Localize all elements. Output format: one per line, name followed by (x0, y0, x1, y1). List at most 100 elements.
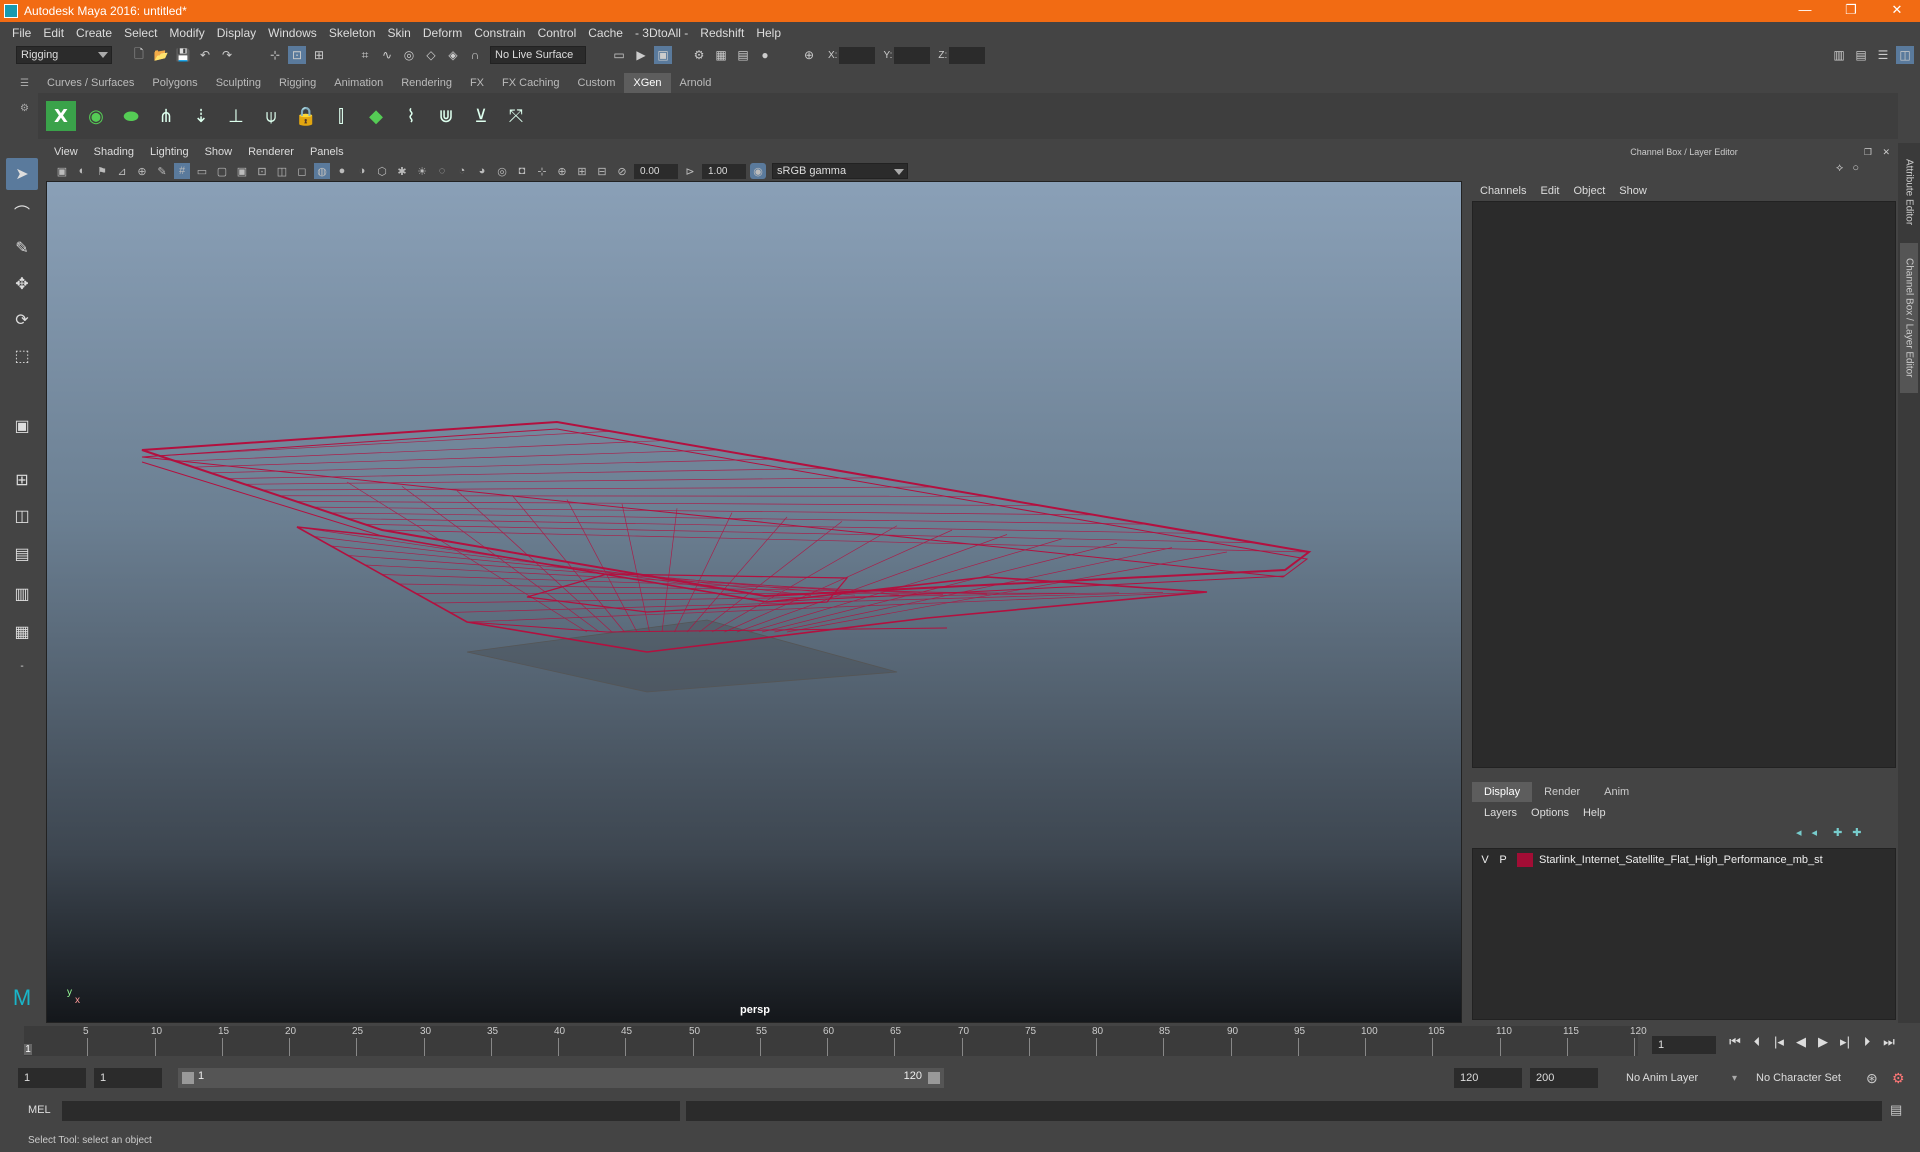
menu-redshift[interactable]: Redshift (700, 26, 744, 40)
playback-start-field[interactable]: 1 (94, 1068, 162, 1088)
float-panel-icon[interactable]: ❐ (1864, 143, 1872, 161)
cb-menu-edit[interactable]: Edit (1540, 185, 1559, 197)
snap-point-icon[interactable]: ◎ (400, 46, 418, 64)
shelf-settings-icon[interactable]: ⚙ (20, 103, 34, 114)
layer-playback-toggle[interactable]: P (1497, 854, 1509, 866)
z-input[interactable] (949, 46, 986, 64)
vp-menu-renderer[interactable]: Renderer (248, 146, 294, 158)
shelf-tab-animation[interactable]: Animation (325, 73, 392, 93)
layer-tab-render[interactable]: Render (1532, 782, 1592, 802)
wireframe-icon[interactable]: ◍ (314, 163, 330, 179)
range-end-handle[interactable] (928, 1072, 940, 1084)
menu-cache[interactable]: Cache (588, 26, 623, 40)
go-to-end-icon[interactable]: ⏭ (1878, 1034, 1900, 1050)
cb-menu-show[interactable]: Show (1619, 185, 1647, 197)
menu-control[interactable]: Control (538, 26, 577, 40)
vp-menu-show[interactable]: Show (205, 146, 233, 158)
exposure-icon[interactable]: ⊘ (614, 163, 630, 179)
shelf-tab-polygons[interactable]: Polygons (143, 73, 206, 93)
layer-row[interactable]: V P Starlink_Internet_Satellite_Flat_Hig… (1473, 851, 1895, 869)
graph-layout-icon[interactable]: ▦ (6, 616, 38, 648)
shelf-menu-icon[interactable]: ☰ (20, 78, 34, 89)
xray-active-icon[interactable]: ⊞ (574, 163, 590, 179)
magnet-icon[interactable]: ∩ (466, 46, 484, 64)
le-menu-options[interactable]: Options (1531, 807, 1569, 819)
shelf-tab-curves[interactable]: Curves / Surfaces (38, 73, 143, 93)
auto-key-icon[interactable]: ⊛ (1866, 1070, 1878, 1087)
open-scene-icon[interactable]: 📂 (152, 46, 170, 64)
wireframe-on-shaded-icon[interactable]: ✱ (394, 163, 410, 179)
layer-color-swatch[interactable] (1517, 853, 1533, 867)
menu-display[interactable]: Display (217, 26, 256, 40)
shelf-tab-custom[interactable]: Custom (569, 73, 625, 93)
shelf-tab-fx-caching[interactable]: FX Caching (493, 73, 568, 93)
xgen-sculpt-guide-icon[interactable]: ⍦ (256, 101, 286, 131)
axis-gizmo-icon[interactable]: ⟡ (1836, 162, 1843, 174)
side-tab-channel-box[interactable]: Channel Box / Layer Editor (1900, 243, 1918, 393)
single-perspective-layout-icon[interactable]: ▣ (6, 410, 38, 442)
2d-pan-zoom-icon[interactable]: ⊕ (134, 163, 150, 179)
manipulator-toggle-icon[interactable]: ○ (1852, 162, 1859, 174)
more-layouts-icon[interactable]: - (6, 650, 38, 682)
range-slider[interactable]: 1 120 (178, 1068, 944, 1088)
xray-icon[interactable]: ◔ (454, 163, 470, 179)
character-set-dropdown[interactable]: No Character Set (1752, 1068, 1862, 1088)
shadows-icon[interactable]: ◌ (434, 163, 450, 179)
grid-icon[interactable]: # (174, 163, 190, 179)
view-transform-dropdown[interactable]: sRGB gamma (772, 163, 908, 179)
three-panel-layout-icon[interactable]: ▥ (6, 578, 38, 610)
outliner-layout-icon[interactable]: ▤ (6, 538, 38, 570)
menu-constrain[interactable]: Constrain (474, 26, 525, 40)
select-hierarchy-icon[interactable]: ⊹ (266, 46, 284, 64)
play-backwards-icon[interactable]: ◀ (1790, 1034, 1812, 1050)
camera-attributes-icon[interactable]: ◐ (74, 163, 90, 179)
xgen-scale-icon[interactable]: ⊻ (466, 101, 496, 131)
xgen-guides-to-curves-icon[interactable]: ⫿ (326, 101, 356, 131)
anim-layer-dropdown[interactable]: No Anim Layer (1622, 1068, 1722, 1088)
y-input[interactable] (894, 46, 931, 64)
xgen-create-guides-icon[interactable]: ⋔ (151, 101, 181, 131)
layer-tab-anim[interactable]: Anim (1592, 782, 1641, 802)
xgen-rebuild-icon[interactable]: ⌇ (396, 101, 426, 131)
xgen-primitive-icon[interactable]: ⬬ (116, 101, 146, 131)
step-forward-frame-icon[interactable]: ⏵ (1856, 1034, 1878, 1050)
rotate-tool-icon[interactable]: ⟳ (6, 304, 38, 336)
x-input[interactable] (839, 46, 876, 64)
channel-box-area[interactable] (1472, 201, 1896, 768)
scale-tool-icon[interactable]: ⬚ (6, 340, 38, 372)
hypershade-icon[interactable]: ▦ (712, 46, 730, 64)
maximize-button[interactable]: ❐ (1828, 0, 1874, 22)
move-layer-up-icon[interactable]: ◂ (1796, 826, 1802, 842)
live-surface-field[interactable]: No Live Surface (490, 46, 586, 64)
xgen-preview-icon[interactable]: ◉ (81, 101, 111, 131)
close-panel-icon[interactable]: ✕ (1882, 143, 1890, 161)
satellite-wireframe-model[interactable] (47, 182, 1462, 1023)
paint-select-icon[interactable]: ✎ (6, 232, 38, 264)
menu-modify[interactable]: Modify (169, 26, 204, 40)
render-region-icon[interactable]: ▭ (610, 46, 628, 64)
current-frame-field[interactable]: 1 (1652, 1036, 1716, 1054)
anti-alias-icon[interactable]: ◘ (514, 163, 530, 179)
command-language-label[interactable]: MEL (28, 1104, 51, 1116)
lasso-tool-icon[interactable]: ⌒ (6, 196, 38, 228)
snap-curve-icon[interactable]: ∿ (378, 46, 396, 64)
menu-edit[interactable]: Edit (43, 26, 64, 40)
new-scene-icon[interactable]: 🗋 (130, 46, 148, 64)
xgen-add-guide-icon[interactable]: ⇣ (186, 101, 216, 131)
image-plane-icon[interactable]: ⊿ (114, 163, 130, 179)
menu-skeleton[interactable]: Skeleton (329, 26, 376, 40)
symmetry-icon[interactable]: ⊕ (800, 46, 818, 64)
select-component-icon[interactable]: ⊞ (310, 46, 328, 64)
menu-windows[interactable]: Windows (268, 26, 317, 40)
move-tool-icon[interactable]: ✥ (6, 268, 38, 300)
select-tool-icon[interactable]: ➤ (6, 158, 38, 190)
ipr-render-icon[interactable]: ▣ (654, 46, 672, 64)
bookmark-icon[interactable]: ⚑ (94, 163, 110, 179)
xray-joints-icon[interactable]: ⊕ (554, 163, 570, 179)
isolate-select-icon[interactable]: ⊹ (534, 163, 550, 179)
le-menu-layers[interactable]: Layers (1484, 807, 1517, 819)
cb-menu-object[interactable]: Object (1573, 185, 1605, 197)
smooth-shade-icon[interactable]: ● (334, 163, 350, 179)
snap-view-plane-icon[interactable]: ◇ (422, 46, 440, 64)
minimize-button[interactable]: — (1782, 0, 1828, 22)
